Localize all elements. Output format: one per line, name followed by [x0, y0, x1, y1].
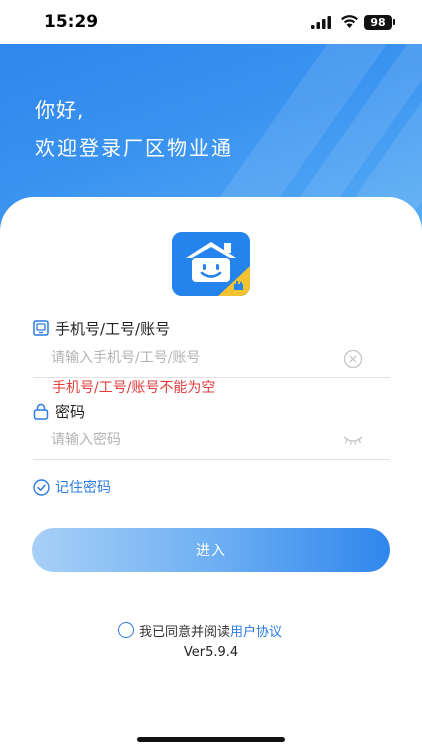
account-input-row	[33, 340, 390, 378]
account-input[interactable]	[51, 346, 341, 370]
password-label: 密码	[55, 402, 86, 421]
house-smile-logo-icon	[172, 232, 250, 296]
wifi-icon	[341, 15, 358, 28]
welcome-text: 欢迎登录厂区物业通	[35, 136, 233, 160]
remember-password-toggle[interactable]: 记住密码	[33, 477, 111, 497]
account-error-message: 手机号/工号/账号不能为空	[52, 380, 216, 396]
agreement-radio[interactable]	[118, 622, 134, 638]
check-circle-icon	[33, 478, 50, 496]
password-input-row	[33, 422, 390, 460]
password-input[interactable]	[51, 428, 341, 452]
user-agreement-link[interactable]: 用户协议	[230, 621, 282, 640]
agreement-text: 我已同意并阅读	[139, 624, 231, 640]
login-button[interactable]: 进入	[32, 528, 390, 572]
login-screen: 15:29 98 你好, 欢迎登录厂区物业通 手机号/工号/账号 请输入手机号/…	[0, 0, 422, 750]
password-label-row: 密码	[33, 401, 85, 421]
status-time: 15:29	[44, 12, 99, 32]
greeting-text: 你好,	[35, 98, 85, 122]
home-indicator[interactable]	[137, 737, 285, 742]
signal-icon	[311, 16, 331, 29]
remember-password-label: 记住密码	[55, 480, 111, 496]
account-label-row: 手机号/工号/账号	[33, 318, 170, 338]
clear-circle-icon[interactable]	[343, 349, 363, 369]
status-bar: 15:29 98	[0, 0, 422, 44]
app-logo	[172, 232, 250, 296]
battery-cap	[393, 19, 395, 25]
lock-icon	[33, 403, 49, 420]
agreement-row: 我已同意并阅读 用户协议	[118, 620, 282, 640]
eye-closed-icon[interactable]	[342, 434, 364, 446]
account-label: 手机号/工号/账号	[55, 319, 171, 338]
phone-card-icon	[33, 320, 49, 336]
battery-indicator: 98	[364, 15, 392, 30]
app-version: Ver5.9.4	[183, 645, 239, 660]
